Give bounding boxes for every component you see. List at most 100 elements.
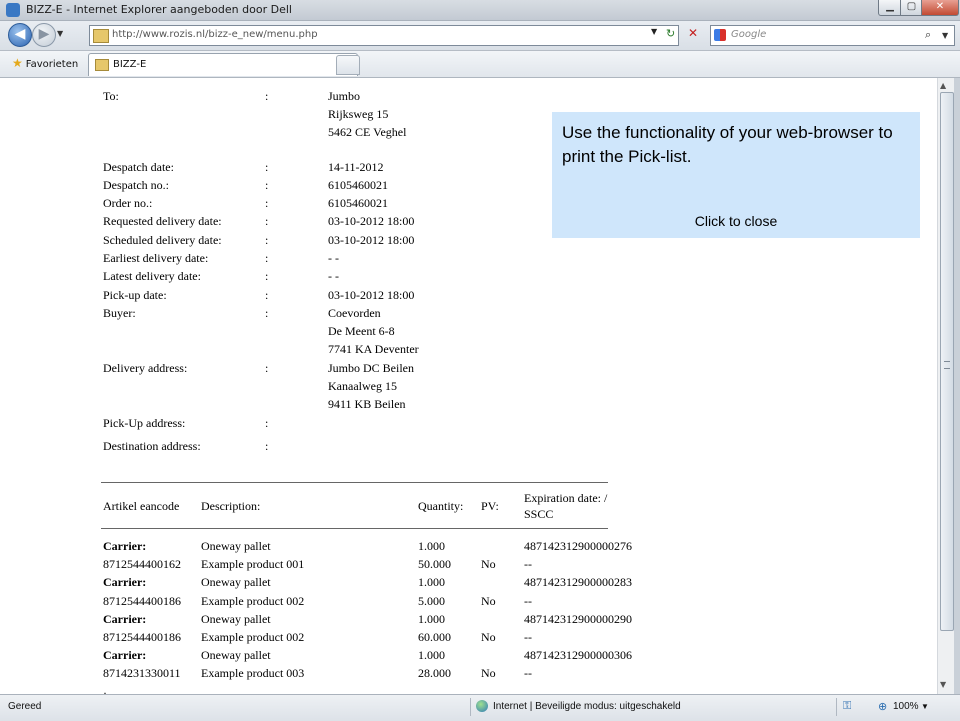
new-tab-button[interactable] [336,55,360,75]
field-value: Coevorden [328,306,381,320]
field-value: 03-10-2012 18:00 [328,214,415,228]
favorites-button[interactable]: ★ Favorieten [6,54,84,72]
close-window-button[interactable]: ✕ [921,0,959,16]
tab-bizz-e[interactable]: BIZZ-E [88,53,358,76]
field-value: Jumbo DC Beilen [328,361,414,375]
table-cell: Example product 002 [201,593,305,608]
title-bar: BIZZ-E - Internet Explorer aangeboden do… [0,0,960,21]
address-input[interactable]: http://www.rozis.nl/bizz-e_new/menu.php [89,25,679,46]
field-value: 6105460021 [328,178,388,192]
field-value: - - [328,269,339,283]
field-label: Buyer: [103,306,136,320]
protected-mode-icon[interactable]: ⚿ [843,700,851,713]
table-cell: -- [524,557,532,572]
window-title: BIZZ-E - Internet Explorer aangeboden do… [26,3,292,16]
favorites-bar: ★ Favorieten BIZZ-E [0,51,960,78]
field-separator: : [265,306,269,320]
table-cell: Carrier: [103,648,147,663]
field-separator: : [265,251,269,265]
table-cell: 8712544400186 [103,630,181,644]
zoom-level[interactable]: 100% [893,701,919,712]
zoom-dropdown-icon[interactable]: ▼ [921,702,929,711]
field-separator: : [265,288,269,302]
table-cell: 28.000 [418,666,451,681]
table-cell: -- [524,630,532,644]
table-header: SSCC [524,507,554,521]
tab-label: BIZZ-E [113,59,147,70]
field-value: Kanaalweg 15 [328,379,397,394]
field-separator: : [265,416,269,430]
field-value: 6105460021 [328,196,388,210]
field-separator: : [265,214,269,228]
print-hint-popup[interactable]: Use the functionality of your web-browse… [552,112,920,238]
field-label: Despatch date: [103,160,174,174]
address-toolbar: ◀ ▶ ▼ http://www.rozis.nl/bizz-e_new/men… [0,21,960,51]
table-cell: 5.000 [418,593,445,608]
popup-close-link[interactable]: Click to close [552,213,920,229]
scroll-down-icon[interactable]: ▼ [940,680,946,689]
field-separator: : [265,160,269,174]
table-cell: Oneway pallet [201,575,271,590]
forward-button[interactable]: ▶ [32,23,56,47]
table-cell: Oneway pallet [201,539,271,553]
minimize-button[interactable]: ▁ [878,0,902,16]
scroll-up-icon[interactable]: ▲ [940,81,946,90]
table-cell: No [481,593,496,608]
table-cell: 1.000 [418,539,445,553]
table-cell: 60.000 [418,630,451,644]
table-cell: Example product 001 [201,557,305,572]
security-zone-text: Internet | Beveiligde modus: uitgeschake… [493,701,681,712]
field-label: Requested delivery date: [103,214,222,228]
table-header: Description: [201,499,261,513]
back-button[interactable]: ◀ [8,23,32,47]
field-separator: : [265,269,269,283]
search-icon[interactable]: ⌕ [925,28,931,42]
tab-page-icon [95,59,109,71]
table-cell: No [481,666,496,681]
field-value: 5462 CE Veghel [328,125,407,140]
table-cell: Carrier: [103,575,147,590]
table-cell: -- [524,593,532,608]
maximize-button[interactable]: ▢ [900,0,923,16]
address-url[interactable]: http://www.rozis.nl/bizz-e_new/menu.php [112,29,318,40]
scroll-thumb[interactable] [940,92,954,631]
table-header: Artikel eancode [103,499,180,513]
stop-button[interactable]: ✕ [688,26,698,40]
search-input[interactable]: Google ⌕ ▼ [710,25,955,46]
page-icon [93,29,109,43]
right-frame [954,78,960,694]
table-cell: Oneway pallet [201,611,271,626]
status-divider [836,698,837,716]
status-divider [470,698,471,716]
field-value: Rijksweg 15 [328,107,389,122]
field-label: Pick-up date: [103,288,167,302]
field-label: Scheduled delivery date: [103,233,222,247]
search-dropdown-icon[interactable]: ▼ [942,31,948,40]
field-label: Earliest delivery date: [103,251,209,265]
field-label: To: [103,89,119,103]
history-dropdown-icon[interactable]: ▼ [57,29,63,38]
field-separator: : [265,178,269,192]
grip-icon [944,361,950,369]
favorites-label: Favorieten [25,59,79,70]
ie-logo-icon [6,3,20,17]
field-value: 14-11-2012 [328,160,384,174]
table-cell: 1.000 [418,648,445,663]
table-cell: 8712544400186 [103,593,181,608]
field-value: 03-10-2012 18:00 [328,233,415,247]
popup-message: Use the functionality of your web-browse… [562,123,893,166]
field-label: Latest delivery date: [103,269,201,283]
address-dropdown-icon[interactable]: ▼ [651,27,657,36]
vertical-scrollbar[interactable]: ▲ ▼ [937,78,955,694]
field-separator: : [265,439,269,453]
field-label: Despatch no.: [103,178,169,192]
table-cell: 1.000 [418,575,445,590]
table-cell: Example product 003 [201,666,305,681]
refresh-button[interactable]: ↻ [666,27,675,40]
field-label: Delivery address: [103,361,188,375]
table-cell: 8714231330011 [103,666,181,681]
search-placeholder: Google [731,29,767,40]
table-header: Quantity: [418,499,464,513]
zoom-icon[interactable]: ⊕ [878,700,887,713]
field-label: Order no.: [103,196,153,210]
